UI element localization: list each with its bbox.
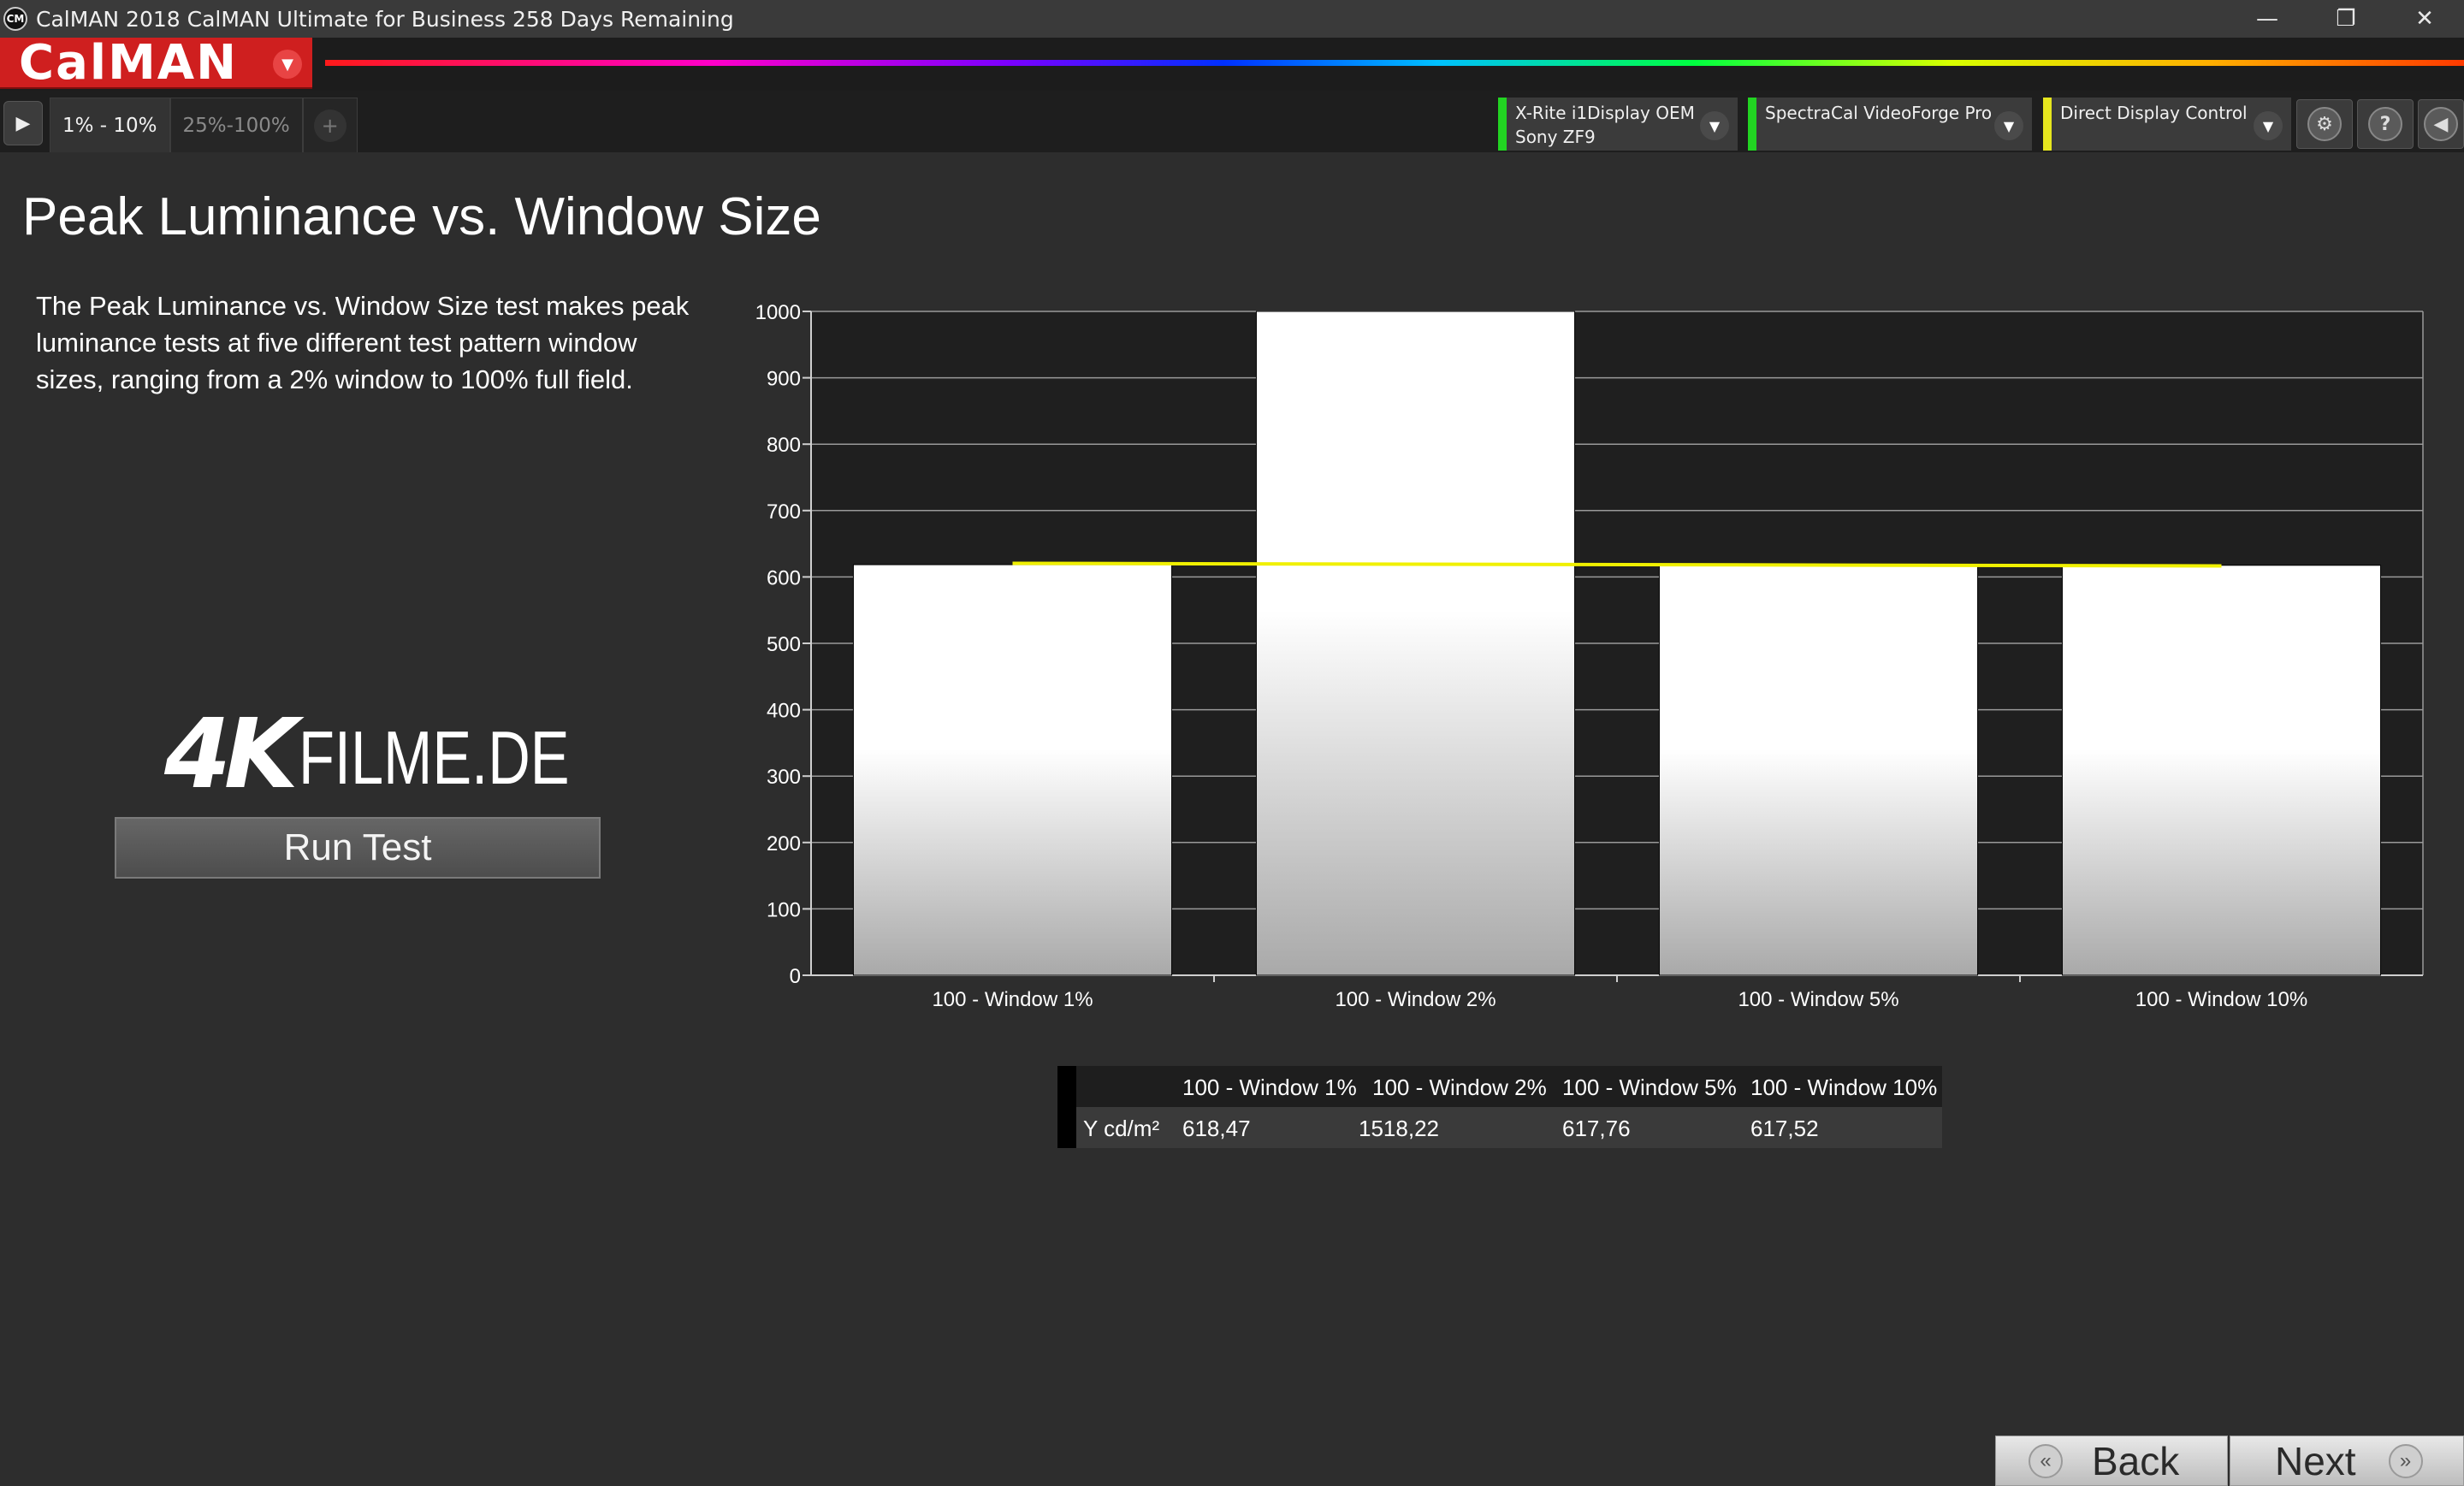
title-bar: CM CalMAN 2018 CalMAN Ultimate for Busin…: [0, 0, 2464, 38]
next-label: Next: [2275, 1438, 2356, 1483]
help-icon: ?: [2368, 107, 2402, 141]
rainbow-bar: [325, 60, 2464, 66]
meter-device[interactable]: X-Rite i1Display OEM Sony ZF9 ▼: [1498, 98, 1738, 151]
next-button[interactable]: Next »: [2230, 1436, 2464, 1486]
help-button[interactable]: ?: [2357, 99, 2414, 149]
calman-logo: CalMAN: [19, 34, 239, 91]
brand-mark-rest: FILME.DE: [298, 715, 570, 800]
chevron-left-icon: ◀: [2424, 107, 2458, 141]
play-icon[interactable]: ▶: [3, 101, 43, 145]
test-description: The Peak Luminance vs. Window Size test …: [36, 291, 690, 394]
settings-button[interactable]: ⚙: [2296, 99, 2353, 149]
toolbar: ▶ 1% - 10% 25%-100% + X-Rite i1Display O…: [0, 91, 2464, 152]
window-title: CalMAN 2018 CalMAN Ultimate for Business…: [36, 6, 734, 32]
window-controls: — ❐ ✕: [2228, 0, 2464, 38]
y-tick-label: 600: [767, 566, 801, 589]
x-tick-label: 100 - Window 10%: [2135, 988, 2307, 1009]
y-tick-label: 0: [790, 965, 801, 988]
collapse-panel-button[interactable]: ◀: [2418, 99, 2464, 149]
close-button[interactable]: ✕: [2385, 0, 2464, 38]
page-title: Peak Luminance vs. Window Size: [22, 187, 821, 246]
double-chevron-left-icon: «: [2029, 1443, 2063, 1478]
table-column-header: 100 - Window 2%: [1372, 1075, 1547, 1100]
x-tick-label: 100 - Window 2%: [1335, 988, 1496, 1009]
y-tick-label: 300: [767, 766, 801, 789]
meter-device-display: Sony ZF9: [1515, 127, 1596, 147]
brand-mark-lead: 4K: [164, 699, 299, 810]
y-tick-label: 1000: [755, 301, 801, 324]
table-cell: 617,76: [1562, 1116, 1631, 1141]
back-label: Back: [2092, 1438, 2180, 1483]
calman-app-icon: CM: [3, 7, 27, 31]
row-color-marker: [1057, 1066, 1076, 1148]
plus-icon: +: [313, 109, 346, 142]
y-tick-label: 100: [767, 898, 801, 921]
calman-logo-menu[interactable]: CalMAN ▼: [0, 34, 312, 91]
x-tick-label: 100 - Window 1%: [932, 988, 1093, 1009]
brand-row: CalMAN ▼: [0, 34, 2464, 91]
chevron-down-icon[interactable]: ▼: [1994, 111, 2023, 140]
y-tick-label: 800: [767, 434, 801, 457]
run-test-button[interactable]: Run Test: [115, 817, 601, 879]
bar: [2061, 565, 2382, 976]
minimize-button[interactable]: —: [2228, 0, 2307, 38]
y-tick-label: 200: [767, 832, 801, 855]
display-control-device[interactable]: Direct Display Control ▼: [2043, 98, 2291, 151]
table-cell: 617,52: [1750, 1116, 1819, 1141]
table-column-header: 100 - Window 1%: [1182, 1075, 1357, 1100]
gear-icon: ⚙: [2307, 107, 2342, 141]
bar: [1255, 311, 1576, 976]
y-tick-label: 700: [767, 500, 801, 524]
4kfilme-logo: 4K FILME.DE: [164, 699, 646, 810]
back-button[interactable]: « Back: [1995, 1436, 2228, 1486]
tab-25-100[interactable]: 25%-100%: [169, 98, 303, 152]
table-column-header: 100 - Window 10%: [1750, 1075, 1938, 1100]
source-device-name: SpectraCal VideoForge Pro: [1765, 103, 1993, 123]
table-cell: 618,47: [1182, 1116, 1251, 1141]
y-tick-label: 500: [767, 633, 801, 656]
table-cell: 1518,22: [1359, 1116, 1439, 1141]
chevron-down-icon[interactable]: ▼: [2254, 111, 2283, 140]
x-tick-label: 100 - Window 5%: [1738, 988, 1898, 1009]
peak-luminance-chart: 0 100 200 300 400 500 600 700 800 900 1000 100 - Wi…: [755, 301, 2424, 1009]
display-control-name: Direct Display Control: [2060, 103, 2248, 123]
source-device[interactable]: SpectraCal VideoForge Pro ▼: [1748, 98, 2032, 151]
bar: [1658, 565, 1979, 976]
meter-device-name: X-Rite i1Display OEM: [1515, 103, 1695, 123]
table-row-label: Y cd/m²: [1083, 1116, 1160, 1141]
double-chevron-right-icon: »: [2388, 1443, 2423, 1478]
y-tick-label: 400: [767, 700, 801, 723]
table-column-header: 100 - Window 5%: [1562, 1075, 1737, 1100]
table-row: Y cd/m² 618,47 1518,22 617,76 617,52: [1057, 1107, 1942, 1148]
chevron-down-icon: ▼: [273, 50, 302, 79]
add-tab-button[interactable]: +: [302, 98, 358, 152]
restore-button[interactable]: ❐: [2307, 0, 2385, 38]
results-table: 100 - Window 1% 100 - Window 2% 100 - Wi…: [1057, 1066, 1942, 1148]
y-tick-label: 900: [767, 368, 801, 391]
chevron-down-icon[interactable]: ▼: [1700, 111, 1729, 140]
bar: [852, 564, 1173, 976]
table-header-row: 100 - Window 1% 100 - Window 2% 100 - Wi…: [1057, 1066, 1942, 1107]
workflow-tabs: 1% - 10% 25%-100% +: [50, 98, 358, 152]
tab-1-10[interactable]: 1% - 10%: [50, 98, 170, 152]
